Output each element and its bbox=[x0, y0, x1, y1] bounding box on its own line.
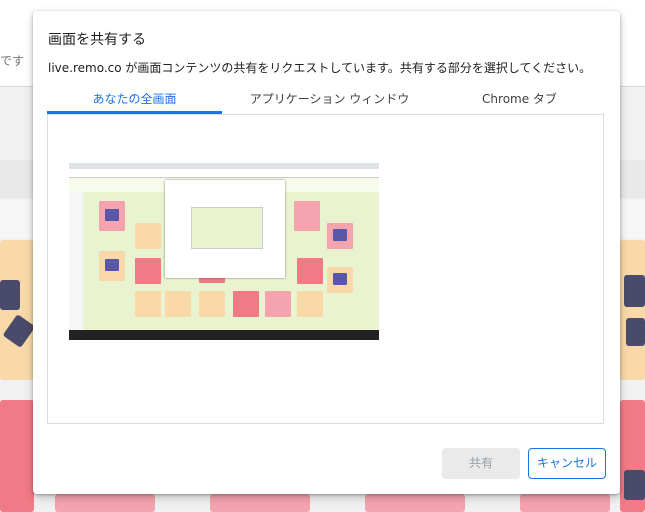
thumbnail-table bbox=[297, 291, 323, 317]
source-list bbox=[47, 114, 604, 424]
share-button[interactable]: 共有 bbox=[442, 448, 520, 479]
background-chair bbox=[626, 318, 645, 346]
thumbnail-table bbox=[233, 291, 259, 317]
thumbnail-table bbox=[165, 291, 191, 317]
thumbnail-table bbox=[294, 201, 320, 231]
background-table bbox=[0, 240, 34, 380]
thumbnail-chair bbox=[333, 229, 347, 241]
thumbnail-table bbox=[265, 291, 291, 317]
thumbnail-address-bar bbox=[69, 169, 379, 178]
background-chair bbox=[624, 275, 645, 307]
thumbnail-sidebar bbox=[69, 192, 83, 330]
share-screen-dialog: 画面を共有する live.remo.co が画面コンテンツの共有をリクエストして… bbox=[33, 11, 620, 494]
thumbnail-chair bbox=[105, 209, 119, 221]
thumbnail-table bbox=[135, 223, 161, 249]
dialog-description: live.remo.co が画面コンテンツの共有をリクエストしています。共有する… bbox=[48, 61, 592, 75]
tab-application-window[interactable]: アプリケーション ウィンドウ bbox=[242, 87, 417, 114]
source-tabs: あなたの全画面 アプリケーション ウィンドウ Chrome タブ bbox=[47, 87, 607, 114]
thumbnail-taskbar bbox=[69, 330, 379, 340]
background-table bbox=[620, 240, 645, 380]
background-table bbox=[520, 494, 610, 512]
background-table bbox=[365, 494, 465, 512]
thumbnail-table bbox=[135, 258, 161, 284]
thumbnail-nested-preview bbox=[191, 207, 263, 249]
thumbnail-table bbox=[297, 258, 323, 284]
thumbnail-chair bbox=[105, 259, 119, 271]
background-table bbox=[55, 494, 155, 512]
background-chair bbox=[624, 470, 645, 500]
thumbnail-table bbox=[199, 291, 225, 317]
thumbnail-table bbox=[135, 291, 161, 317]
background-chair bbox=[0, 280, 20, 310]
background-partial-text: です bbox=[0, 54, 25, 68]
thumbnail-chair bbox=[333, 273, 347, 285]
cancel-button[interactable]: キャンセル bbox=[528, 448, 606, 479]
tab-entire-screen[interactable]: あなたの全画面 bbox=[47, 87, 222, 114]
dialog-title: 画面を共有する bbox=[48, 32, 146, 48]
screen-thumbnail[interactable] bbox=[69, 163, 379, 340]
background-table bbox=[210, 494, 310, 512]
background-table bbox=[0, 400, 34, 512]
tab-chrome-tab[interactable]: Chrome タブ bbox=[432, 87, 607, 114]
thumbnail-nested-dialog bbox=[165, 180, 285, 278]
